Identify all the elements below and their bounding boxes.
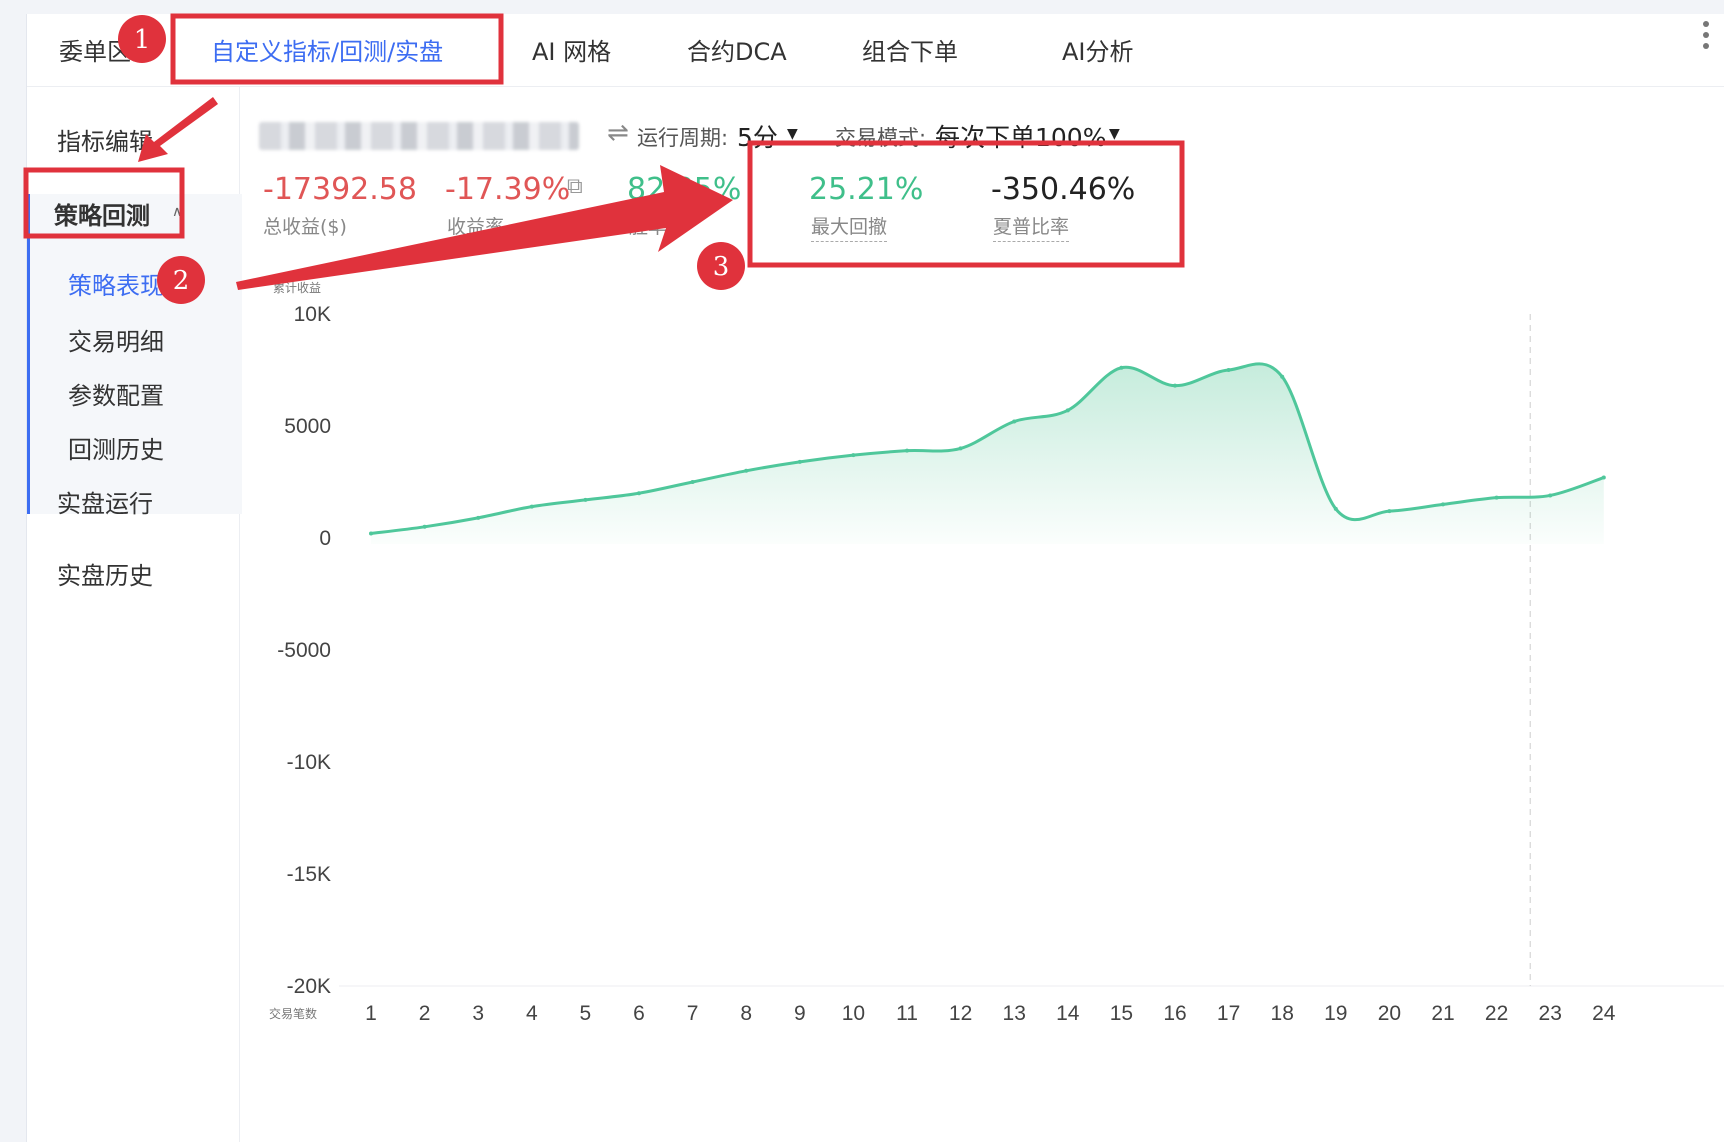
highlight-box-tab: [170, 13, 504, 85]
step-badge-1-label: 1: [134, 25, 151, 55]
step-badge-3-label: 3: [713, 252, 730, 282]
annotation-overlay: 1 2 3: [23, 13, 1185, 304]
arrow-1-to-2: [138, 97, 218, 162]
arrow-2-to-3: [236, 165, 733, 290]
step-badge-2-label: 2: [173, 266, 190, 296]
highlight-box-metrics: [747, 140, 1185, 268]
highlight-box-backtest: [23, 167, 185, 239]
